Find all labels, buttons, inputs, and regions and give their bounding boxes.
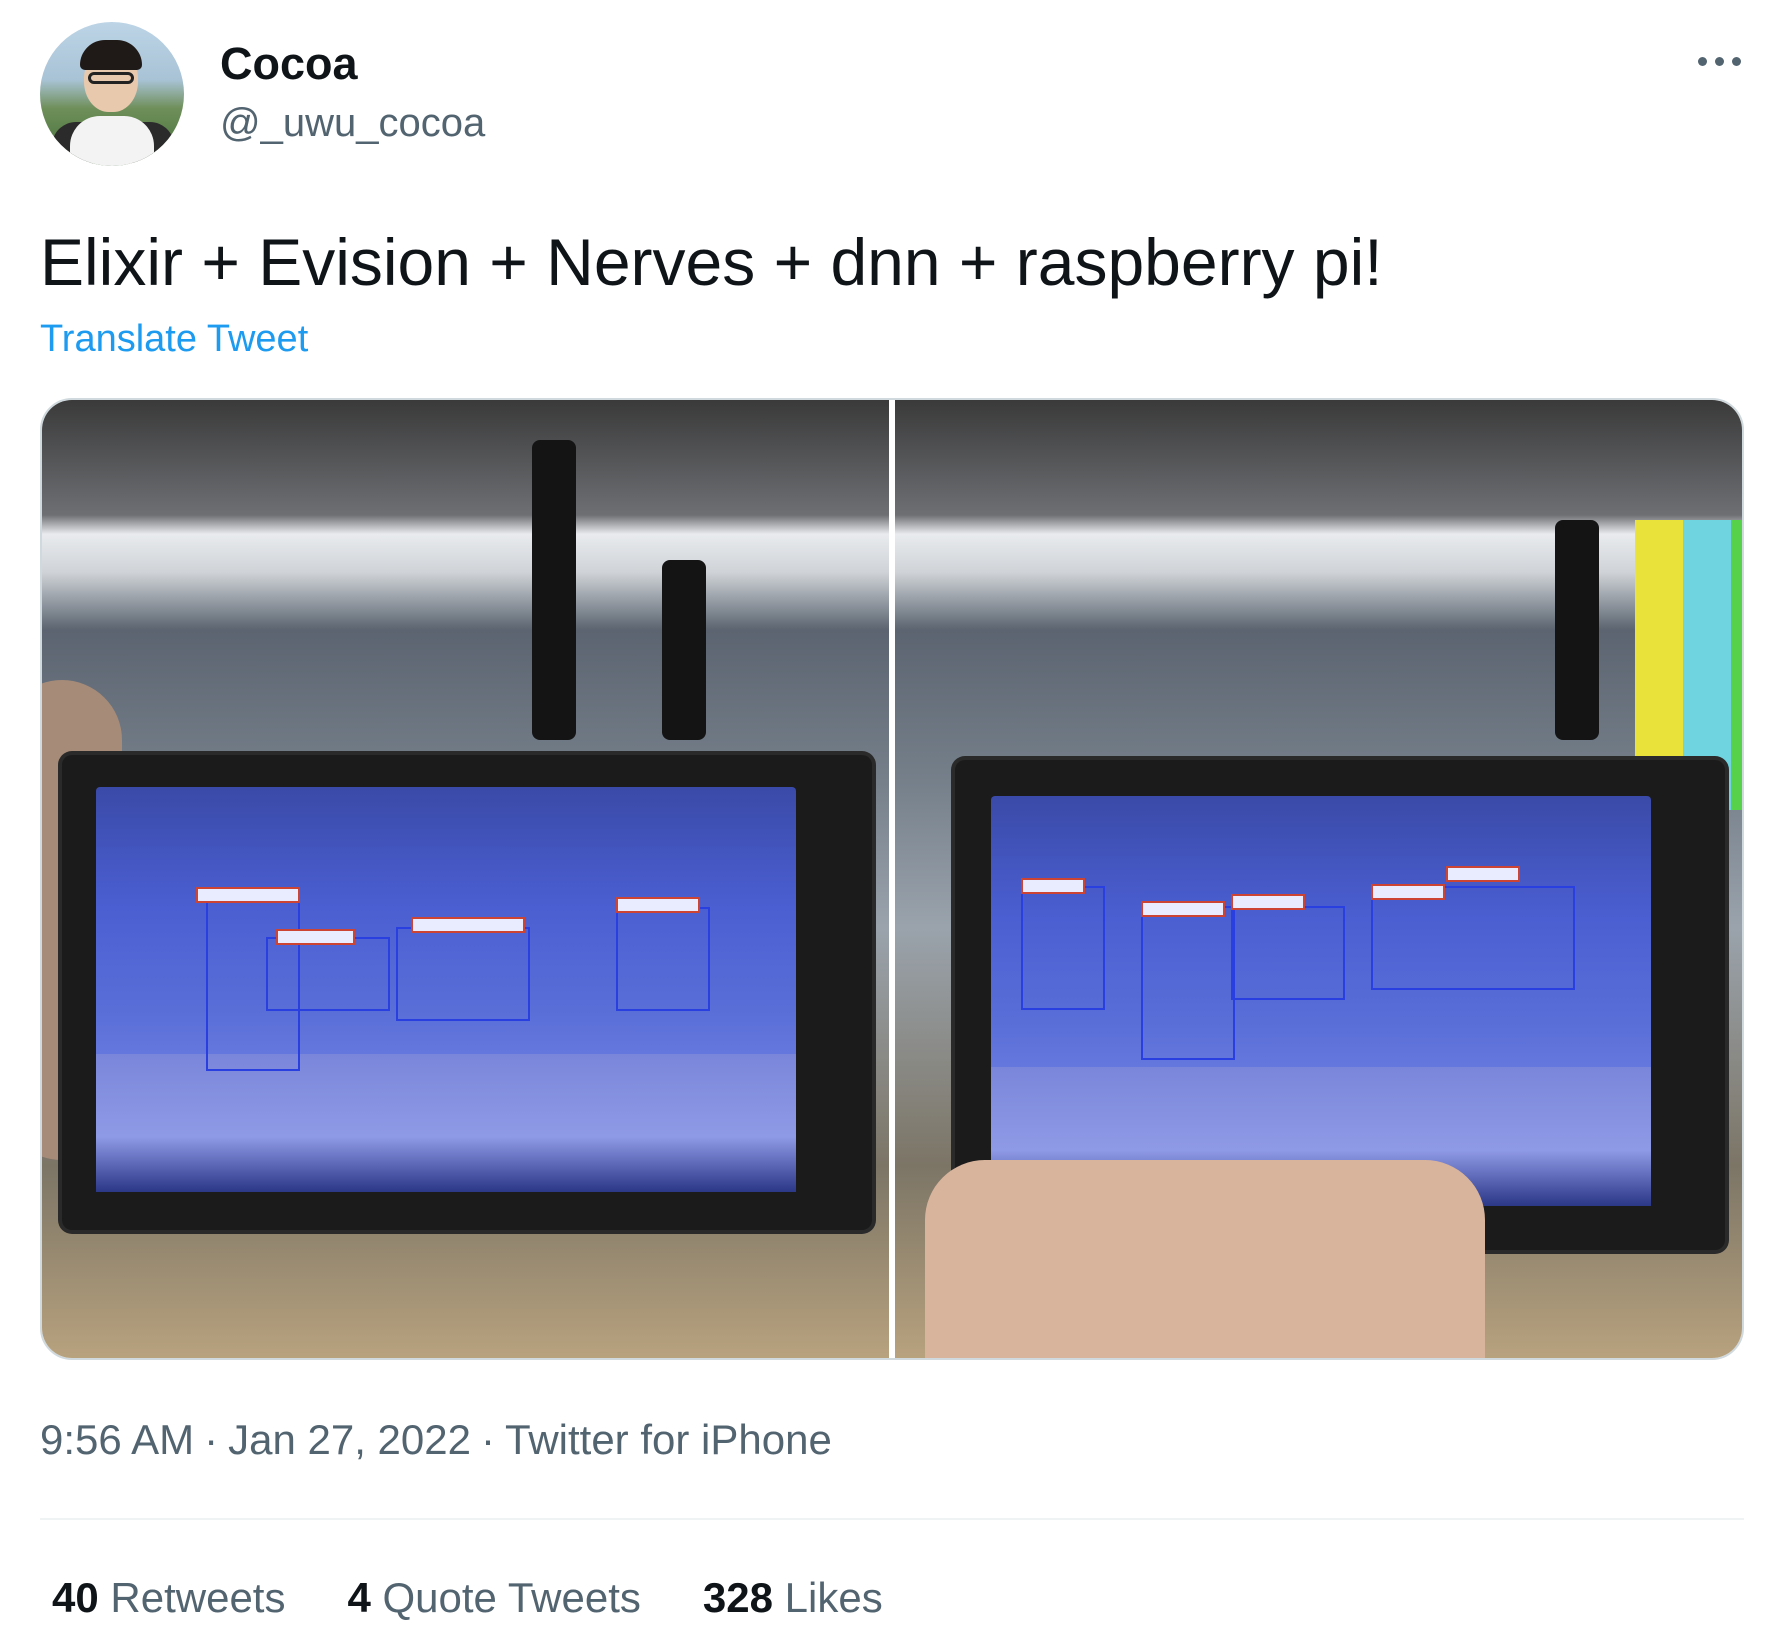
photo-detection-label [1021, 878, 1085, 894]
likes-stat[interactable]: 328 Likes [703, 1572, 883, 1624]
photo-detection-label [616, 897, 700, 913]
meta-separator: · [204, 1416, 219, 1463]
photo-detection-label [1141, 901, 1225, 917]
more-horizontal-icon [1697, 56, 1707, 66]
photo-detection-label [1231, 894, 1305, 910]
photo-detection-label [196, 887, 300, 903]
tweet-text: Elixir + Evision + Nerves + dnn + raspbe… [40, 225, 1383, 299]
photo-detection-box [1371, 886, 1575, 990]
photo-detection-box [1141, 906, 1235, 1060]
photo-detection-label [1446, 866, 1520, 882]
likes-count: 328 [702, 1574, 773, 1621]
quote-tweets-count: 4 [347, 1574, 371, 1621]
quote-tweets-stat[interactable]: 4 Quote Tweets [347, 1572, 640, 1624]
media-photo-1[interactable] [42, 400, 889, 1358]
photo-detection-box [1231, 906, 1345, 1000]
photo-hand [925, 1160, 1485, 1358]
translate-tweet-link[interactable]: Translate Tweet [40, 316, 308, 362]
more-horizontal-icon-dot [1731, 56, 1741, 66]
media-grid [40, 398, 1744, 1360]
tweet-date[interactable]: Jan 27, 2022 [228, 1416, 471, 1463]
photo-detection-box [1021, 886, 1105, 1010]
tweet-stats: 40 Retweets 4 Quote Tweets 328 Likes [52, 1572, 883, 1624]
avatar-glasses [88, 72, 134, 84]
tweet-source[interactable]: Twitter for iPhone [505, 1416, 832, 1463]
avatar-shirt [70, 116, 154, 166]
avatar[interactable] [40, 22, 184, 166]
photo-road [96, 1054, 796, 1192]
tweet: Cocoa @_uwu_cocoa Elixir + Evision + Ner… [0, 0, 1784, 1650]
photo-detection-label [276, 929, 355, 945]
media-photo-2[interactable] [895, 400, 1742, 1358]
quote-tweets-label: Quote Tweets [382, 1574, 641, 1621]
author-display-name[interactable]: Cocoa [220, 36, 358, 92]
photo-detection-label [1371, 884, 1445, 900]
photo-cable [532, 440, 576, 740]
more-horizontal-icon-dot [1714, 56, 1724, 66]
photo-cable [1555, 520, 1599, 740]
more-options-button[interactable] [1690, 46, 1748, 76]
photo-stripe [1731, 520, 1742, 810]
retweets-label: Retweets [110, 1574, 286, 1621]
photo-detection-box [266, 937, 390, 1011]
retweets-count: 40 [52, 1574, 99, 1621]
photo-cable [662, 560, 706, 740]
divider [40, 1518, 1744, 1520]
meta-separator: · [480, 1416, 495, 1463]
photo-detection-label [411, 917, 525, 933]
avatar-hair [80, 40, 142, 70]
photo-screen [991, 796, 1651, 1206]
photo-device [62, 755, 872, 1230]
tweet-meta: 9:56 AM · Jan 27, 2022 · Twitter for iPhone [40, 1414, 832, 1466]
photo-screen [96, 787, 796, 1192]
likes-label: Likes [784, 1574, 883, 1621]
author-handle[interactable]: @_uwu_cocoa [220, 98, 485, 148]
photo-detection-box [396, 927, 530, 1021]
tweet-time[interactable]: 9:56 AM [40, 1416, 194, 1463]
retweets-stat[interactable]: 40 Retweets [52, 1572, 285, 1624]
photo-detection-box [616, 907, 710, 1011]
